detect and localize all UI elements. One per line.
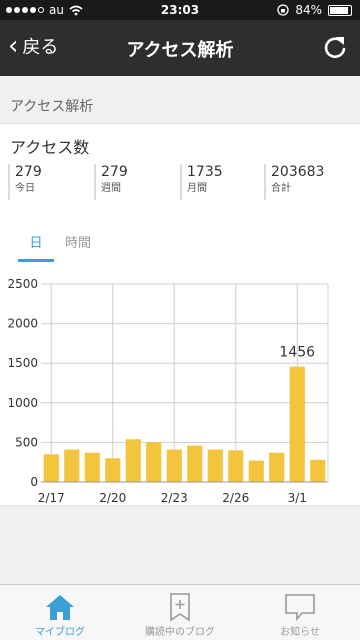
card-title: アクセス数 xyxy=(10,138,90,157)
x-tick-label: 2/23 xyxy=(161,491,188,505)
tab-subscribed-blogs[interactable]: 購読中のブログ xyxy=(120,591,240,638)
tab-label: お知らせ xyxy=(280,627,320,638)
battery-icon xyxy=(328,4,352,16)
stat-value: 279 xyxy=(101,164,128,180)
bookmark-plus-icon xyxy=(170,593,190,622)
tab-underline xyxy=(18,259,54,262)
stat-today: 279 今日 xyxy=(8,164,42,200)
stat-label: 合計 xyxy=(271,183,291,194)
stat-week: 279 週間 xyxy=(94,164,128,200)
speech-bubble-icon xyxy=(285,594,315,621)
chart-bar xyxy=(228,450,244,482)
stat-month: 1735 月間 xyxy=(180,164,223,200)
stat-total: 203683 合計 xyxy=(264,164,324,200)
tab-hour[interactable]: 時間 xyxy=(60,232,96,251)
chart-bar xyxy=(43,454,59,482)
y-tick-label: 2000 xyxy=(7,317,38,331)
stat-value: 279 xyxy=(15,164,42,180)
stat-label: 週間 xyxy=(101,183,121,194)
chart-bar xyxy=(105,458,121,482)
x-tick-label: 2/20 xyxy=(99,491,126,505)
chart-bar xyxy=(187,445,203,482)
page-title: アクセス解析 xyxy=(126,40,234,61)
x-tick-label: 2/26 xyxy=(222,491,249,505)
y-tick-label: 2500 xyxy=(7,277,38,291)
status-bar: au 23:03 84% xyxy=(0,0,360,20)
y-tick-label: 1000 xyxy=(7,396,38,410)
chart-bar xyxy=(310,459,326,482)
y-tick-label: 1500 xyxy=(7,356,38,370)
stat-value: 1735 xyxy=(187,164,223,180)
tab-day[interactable]: 日 xyxy=(18,232,54,251)
y-tick-label: 500 xyxy=(15,435,38,449)
tab-label: マイブログ xyxy=(35,627,85,638)
stat-label: 月間 xyxy=(187,183,207,194)
rotation-lock-icon xyxy=(277,4,289,16)
bottom-tab-bar: マイブログ 購読中のブログ お知らせ xyxy=(0,584,360,640)
chart-bar xyxy=(64,449,80,482)
navigation-bar: ‹ 戻る アクセス解析 xyxy=(0,20,360,76)
x-tick-label: 2/17 xyxy=(38,491,65,505)
x-tick-label: 3/1 xyxy=(288,491,307,505)
tab-my-blog[interactable]: マイブログ xyxy=(0,591,120,638)
battery-percent: 84% xyxy=(295,3,322,17)
chart-bar xyxy=(248,460,264,482)
chart-bar xyxy=(84,452,100,482)
stat-label: 今日 xyxy=(15,183,35,194)
chart-bar xyxy=(166,449,182,482)
chart-bar xyxy=(289,366,305,482)
access-card: アクセス数 279 今日 279 週間 1735 月間 203683 合計 日 … xyxy=(0,123,360,506)
refresh-icon xyxy=(324,37,346,59)
chart-bar xyxy=(269,452,285,482)
chart-bar xyxy=(207,449,223,482)
stats-row: 279 今日 279 週間 1735 月間 203683 合計 xyxy=(8,164,356,200)
home-icon xyxy=(46,595,74,620)
access-bar-chart: 0 500 1000 1500 2000 2500 2/17 2/20 2/23 2/26 3/1 1… xyxy=(7,277,329,505)
refresh-button[interactable] xyxy=(322,34,348,64)
tab-label: 購読中のブログ xyxy=(145,627,215,638)
section-header: アクセス解析 xyxy=(10,99,94,115)
chart-bar xyxy=(125,439,141,482)
stat-value: 203683 xyxy=(271,164,325,180)
chart-bar xyxy=(146,442,162,482)
tab-notifications[interactable]: お知らせ xyxy=(240,591,360,638)
y-tick-label: 0 xyxy=(30,475,38,489)
data-label: 1456 xyxy=(279,345,315,361)
